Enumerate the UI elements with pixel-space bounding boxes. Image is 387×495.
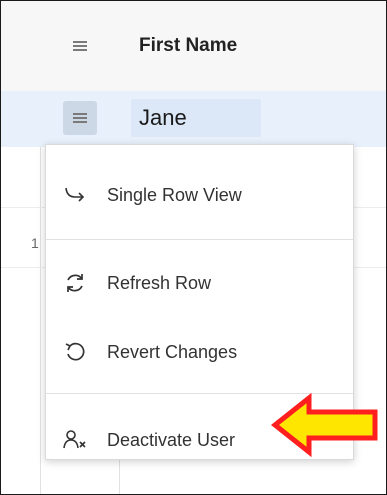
highlight-arrow-icon: [271, 393, 378, 457]
menu-item-refresh-row[interactable]: Refresh Row: [46, 263, 353, 303]
row-number: 1: [31, 235, 39, 251]
grid-header-row: First Name: [1, 1, 386, 92]
menu-item-label: Deactivate User: [107, 429, 236, 450]
menu-item-label: Revert Changes: [107, 341, 238, 362]
refresh-icon: [62, 270, 88, 296]
menu-item-single-row-view[interactable]: Single Row View: [46, 175, 353, 215]
redirect-arrow-icon: [62, 182, 88, 208]
hamburger-icon: [73, 41, 87, 51]
app-frame: First Name Jane 1 Single Row View Refres…: [0, 0, 387, 495]
menu-item-label: Single Row View: [107, 184, 242, 205]
cell-first-name-value: Jane: [139, 105, 187, 130]
row-menu-button[interactable]: [63, 101, 97, 135]
column-menu-button[interactable]: [63, 29, 97, 63]
hamburger-icon: [73, 113, 87, 123]
cell-first-name[interactable]: Jane: [131, 99, 261, 137]
menu-item-revert-changes[interactable]: Revert Changes: [46, 332, 353, 372]
undo-icon: [62, 339, 88, 365]
menu-item-label: Refresh Row: [107, 272, 212, 293]
menu-separator: [46, 239, 353, 240]
column-header-first-name[interactable]: First Name: [139, 35, 237, 57]
user-remove-icon: [62, 427, 88, 453]
